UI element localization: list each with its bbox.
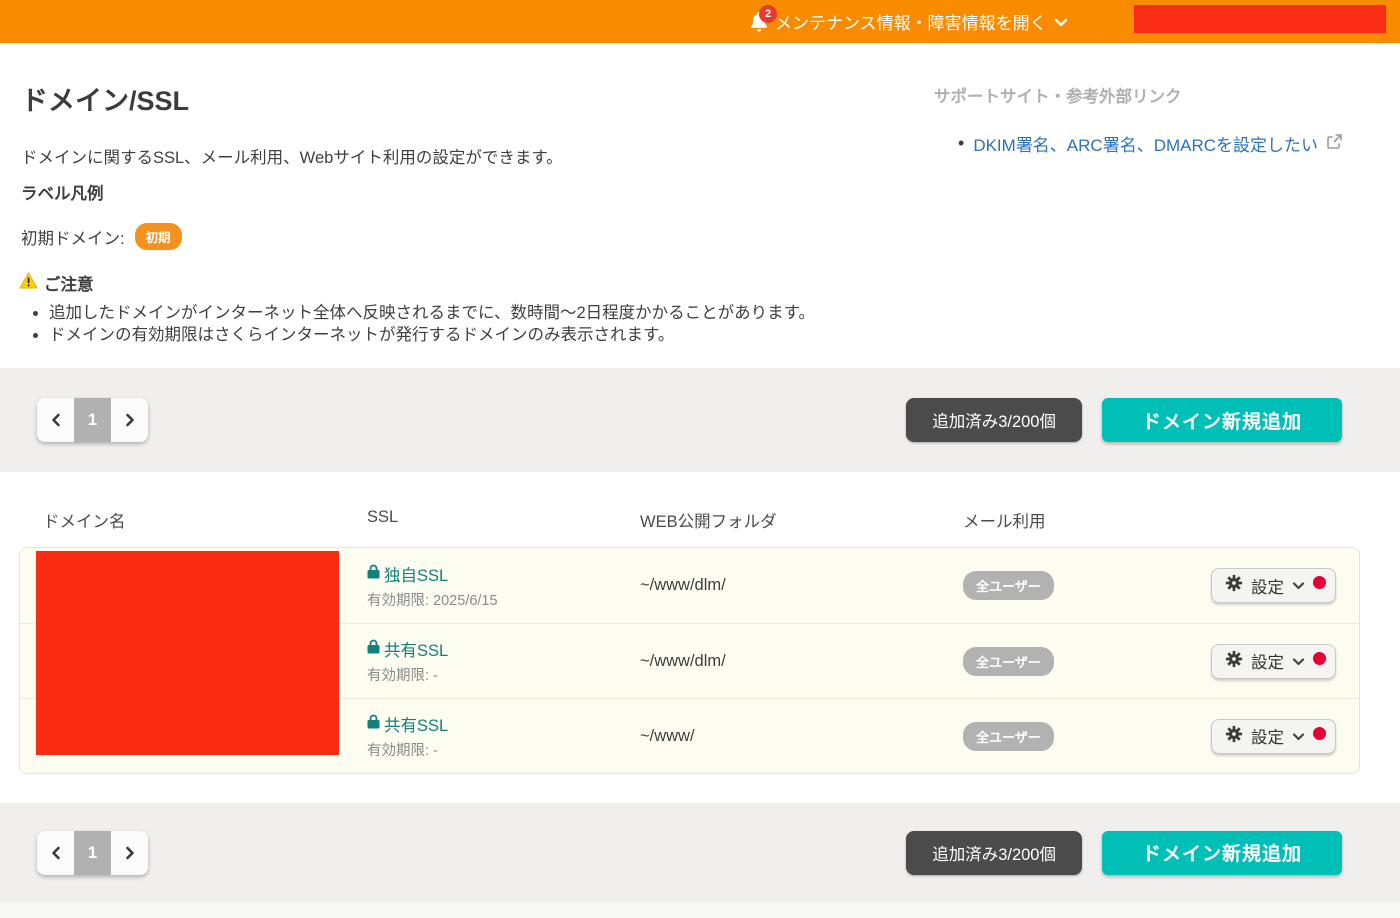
toolbar-top: 1 追加済み3/200個 ドメイン新規追加 (0, 368, 1400, 472)
chevron-down-icon (1292, 652, 1305, 671)
settings-dropdown-button[interactable]: 設定 (1211, 568, 1336, 603)
redacted-domain-names (36, 551, 339, 755)
footer-strip (0, 902, 1400, 918)
mail-cell: 全ユーザー (946, 571, 1186, 600)
external-link-icon (1327, 133, 1342, 154)
pagination: 1 (37, 398, 148, 442)
dkim-dmarc-link[interactable]: DKIM署名、ARC署名、DMARCを設定したい (973, 131, 1318, 156)
notice-item: 追加したドメインがインターネット全体へ反映されるまでに、数時間〜2日程度かかるこ… (49, 303, 815, 325)
lock-icon (367, 639, 380, 659)
add-domain-button[interactable]: ドメイン新規追加 (1101, 830, 1342, 875)
gear-icon (1225, 650, 1243, 673)
maintenance-info-toggle[interactable]: 2 メンテナンス情報・障害情報を開く (750, 0, 1068, 43)
settings-label: 設定 (1251, 729, 1284, 747)
mail-users-badge: 全ユーザー (963, 721, 1054, 751)
column-header-domain: ドメイン名 (43, 513, 126, 531)
ssl-expiry: 有効期限: - (367, 743, 438, 759)
notification-count-badge: 2 (759, 4, 777, 23)
web-folder-cell: ~/www/ (640, 726, 695, 745)
notice-list: 追加したドメインがインターネット全体へ反映されるまでに、数時間〜2日程度かかるこ… (21, 303, 815, 346)
actions-cell: 設定 (1211, 568, 1336, 603)
notice-item: ドメインの有効期限はさくらインターネットが発行するドメインのみ表示されます。 (49, 325, 815, 347)
lock-icon (367, 564, 380, 584)
column-header-mail: メール利用 (963, 513, 1046, 531)
maintenance-link-label: メンテナンス情報・障害情報を開く (775, 14, 1047, 33)
bell-icon: 2 (750, 4, 777, 32)
gear-icon (1225, 574, 1243, 597)
pagination-next-button[interactable] (111, 398, 148, 442)
notice-heading: ご注意 (44, 276, 94, 294)
notice-heading-row: ご注意 (19, 271, 94, 295)
domain-table-section: ドメイン名 SSL WEB公開フォルダ メール利用 独自SSL 有効期限: 20… (0, 472, 1400, 803)
chevron-down-icon (1054, 12, 1068, 32)
actions-cell: 設定 (1211, 643, 1336, 679)
toolbar-bottom: 1 追加済み3/200個 ドメイン新規追加 (0, 803, 1400, 902)
notification-dot (1313, 576, 1326, 589)
page-description: ドメインに関するSSL、メール利用、Webサイト利用の設定ができます。 (21, 149, 563, 167)
pagination-prev-button[interactable] (37, 398, 74, 442)
domain-count-button[interactable]: 追加済み3/200個 (906, 398, 1082, 442)
ssl-cell: 独自SSL 有効期限: 2025/6/15 (351, 562, 624, 610)
intro-section: ドメイン/SSL ドメインに関するSSL、メール利用、Webサイト利用の設定がで… (0, 43, 1400, 368)
pagination-next-button[interactable] (111, 830, 148, 875)
page-title: ドメイン/SSL (21, 86, 190, 116)
app-header: 2 メンテナンス情報・障害情報を開く (0, 0, 1400, 43)
ssl-expiry: 有効期限: - (367, 668, 438, 684)
domain-count-button[interactable]: 追加済み3/200個 (906, 830, 1082, 875)
column-header-ssl: SSL (367, 508, 399, 526)
pagination: 1 (37, 830, 148, 875)
ssl-type-link[interactable]: 共有SSL (384, 637, 448, 661)
ssl-cell: 共有SSL 有効期限: - (351, 637, 624, 685)
actions-cell: 設定 (1211, 718, 1336, 754)
support-links-panel: サポートサイト・参考外部リンク • DKIM署名、ARC署名、DMARCを設定し… (934, 83, 1342, 156)
lock-icon (367, 714, 380, 734)
initial-domain-badge: 初期 (134, 223, 182, 250)
ssl-cell: 共有SSL 有効期限: - (351, 712, 624, 760)
web-folder-cell: ~/www/dlm/ (640, 576, 726, 594)
legend-heading: ラベル凡例 (21, 185, 104, 203)
gear-icon (1225, 725, 1243, 748)
redacted-account-info (1134, 5, 1386, 33)
pagination-current-page: 1 (74, 830, 111, 875)
web-folder-cell: ~/www/dlm/ (640, 651, 726, 670)
mail-cell: 全ユーザー (946, 646, 1186, 676)
chevron-down-icon (1292, 576, 1305, 595)
settings-dropdown-button[interactable]: 設定 (1211, 643, 1336, 679)
support-link-row: • DKIM署名、ARC署名、DMARCを設定したい (958, 131, 1342, 156)
mail-users-badge: 全ユーザー (963, 646, 1054, 676)
ssl-type-link[interactable]: 独自SSL (384, 562, 448, 586)
notification-dot (1313, 726, 1326, 740)
legend-item-label: 初期ドメイン: (21, 229, 125, 248)
add-domain-button[interactable]: ドメイン新規追加 (1101, 398, 1342, 442)
column-header-web-folder: WEB公開フォルダ (640, 513, 777, 531)
mail-cell: 全ユーザー (946, 721, 1186, 751)
ssl-expiry: 有効期限: 2025/6/15 (367, 592, 498, 609)
pagination-prev-button[interactable] (37, 830, 74, 875)
table-header-row: ドメイン名 SSL WEB公開フォルダ メール利用 (19, 472, 1360, 532)
ssl-type-link[interactable]: 共有SSL (384, 712, 448, 736)
mail-users-badge: 全ユーザー (963, 571, 1054, 600)
pagination-current-page: 1 (74, 398, 111, 442)
bullet: • (958, 133, 965, 153)
settings-label: 設定 (1251, 578, 1284, 597)
settings-dropdown-button[interactable]: 設定 (1211, 718, 1336, 754)
warning-icon (19, 271, 38, 294)
settings-label: 設定 (1251, 654, 1284, 672)
legend-row: 初期ドメイン: 初期 (21, 223, 182, 250)
chevron-down-icon (1292, 727, 1305, 746)
support-heading: サポートサイト・参考外部リンク (934, 88, 1182, 106)
notification-dot (1313, 651, 1326, 665)
